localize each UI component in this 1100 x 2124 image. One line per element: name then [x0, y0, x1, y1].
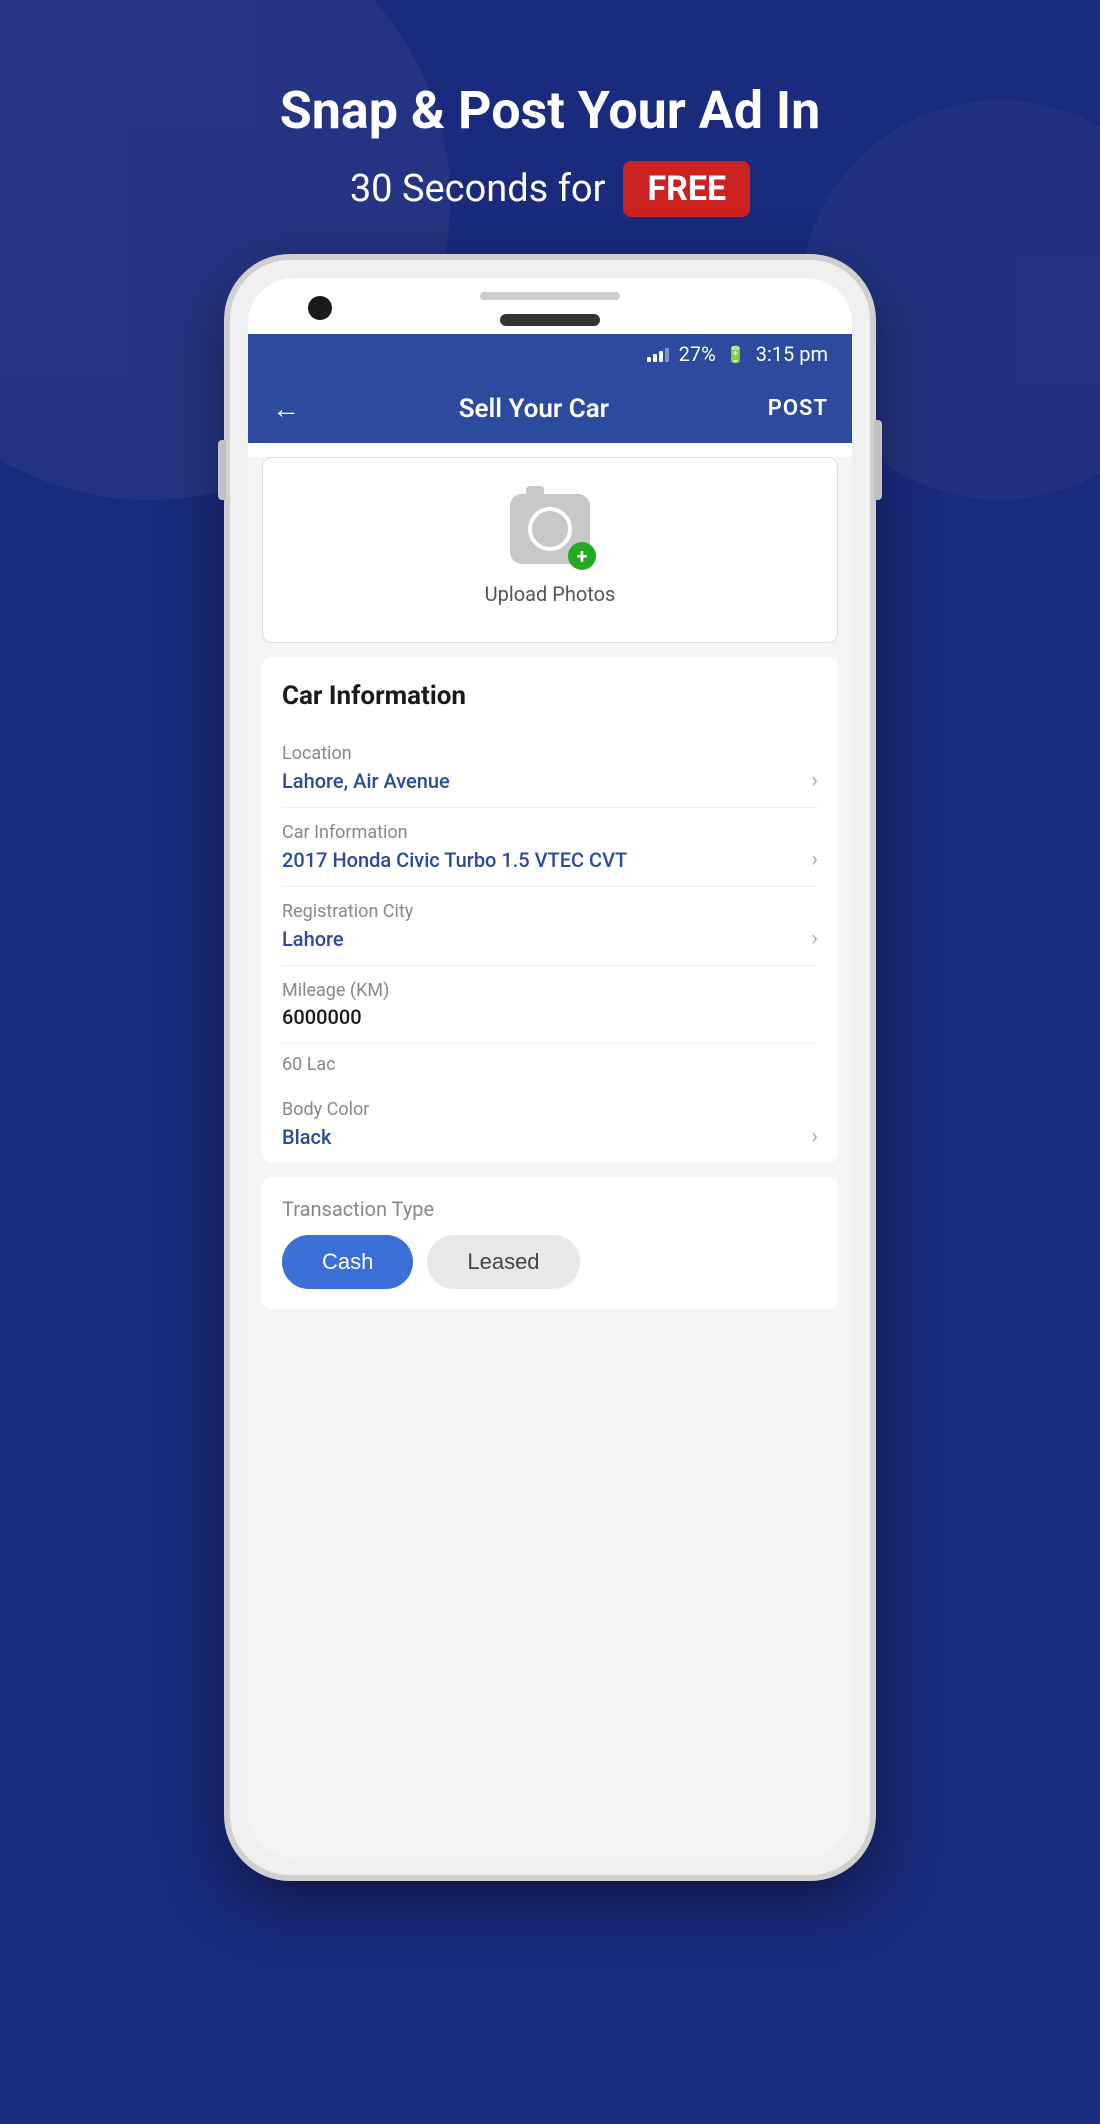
transaction-buttons: Cash Leased: [282, 1235, 818, 1289]
phone-speaker: [480, 292, 620, 300]
car-info-chevron: ›: [811, 847, 818, 872]
phone-outer: 27% 🔋 3:15 pm ← Sell Your Car POST: [230, 260, 870, 1875]
body-color-label: Body Color: [282, 1099, 818, 1120]
location-chevron: ›: [811, 768, 818, 793]
cash-button[interactable]: Cash: [282, 1235, 413, 1289]
body-color-value: Black: [282, 1125, 331, 1149]
registration-city-value-row: Lahore ›: [282, 926, 818, 951]
car-info-label: Car Information: [282, 822, 818, 843]
hero-subtitle-prefix: 30 Seconds for: [350, 167, 606, 211]
hero-subtitle: 30 Seconds for FREE: [0, 161, 1100, 217]
hero-section: Snap & Post Your Ad In 30 Seconds for FR…: [0, 80, 1100, 217]
location-label: Location: [282, 743, 818, 764]
mileage-value-row: 6000000: [282, 1005, 818, 1029]
body-color-value-row: Black ›: [282, 1124, 818, 1149]
transaction-title: Transaction Type: [282, 1197, 818, 1221]
location-row[interactable]: Location Lahore, Air Avenue ›: [282, 729, 818, 808]
car-info-value-row: 2017 Honda Civic Turbo 1.5 VTEC CVT ›: [282, 847, 818, 872]
registration-city-chevron: ›: [811, 926, 818, 951]
mileage-value: 6000000: [282, 1005, 362, 1029]
upload-section[interactable]: + Upload Photos: [262, 457, 838, 643]
phone-top: [248, 278, 852, 334]
signal-icon: [647, 346, 669, 362]
battery-percent: 27%: [679, 342, 716, 366]
transaction-section: Transaction Type Cash Leased: [262, 1177, 838, 1309]
phone-wrapper: 27% 🔋 3:15 pm ← Sell Your Car POST: [230, 260, 870, 1875]
status-bar: 27% 🔋 3:15 pm: [248, 334, 852, 374]
phone-inner: 27% 🔋 3:15 pm ← Sell Your Car POST: [248, 278, 852, 1857]
app-title: Sell Your Car: [459, 394, 609, 424]
location-value-row: Lahore, Air Avenue ›: [282, 768, 818, 793]
plus-badge: +: [568, 542, 596, 570]
mileage-row: Mileage (KM) 6000000: [282, 966, 818, 1044]
status-time: 3:15 pm: [756, 342, 828, 366]
body-color-row[interactable]: Body Color Black ›: [282, 1085, 818, 1163]
back-button[interactable]: ←: [272, 392, 300, 425]
location-value: Lahore, Air Avenue: [282, 769, 450, 793]
car-info-row[interactable]: Car Information 2017 Honda Civic Turbo 1…: [282, 808, 818, 887]
app-header: ← Sell Your Car POST: [248, 374, 852, 443]
section-title: Car Information: [282, 681, 818, 711]
phone-camera-circle: [308, 296, 332, 320]
price-label: 60 Lac: [282, 1054, 336, 1075]
phone-home-indicator: [500, 314, 600, 326]
camera-icon-wrap: +: [510, 494, 590, 564]
post-button[interactable]: POST: [768, 396, 828, 421]
car-info-section: Car Information Location Lahore, Air Ave…: [262, 657, 838, 1163]
upload-label: Upload Photos: [485, 582, 616, 606]
price-row: 60 Lac: [282, 1044, 818, 1085]
mileage-label: Mileage (KM): [282, 980, 818, 1001]
body-color-chevron: ›: [811, 1124, 818, 1149]
camera-top: [526, 486, 544, 496]
car-info-value: 2017 Honda Civic Turbo 1.5 VTEC CVT: [282, 848, 627, 872]
battery-icon: 🔋: [726, 345, 746, 364]
hero-title: Snap & Post Your Ad In: [0, 80, 1100, 141]
free-badge: FREE: [623, 161, 750, 217]
registration-city-label: Registration City: [282, 901, 818, 922]
content-area: + Upload Photos Car Information Location…: [248, 457, 852, 1857]
leased-button[interactable]: Leased: [427, 1235, 579, 1289]
registration-city-row[interactable]: Registration City Lahore ›: [282, 887, 818, 966]
registration-city-value: Lahore: [282, 927, 344, 951]
